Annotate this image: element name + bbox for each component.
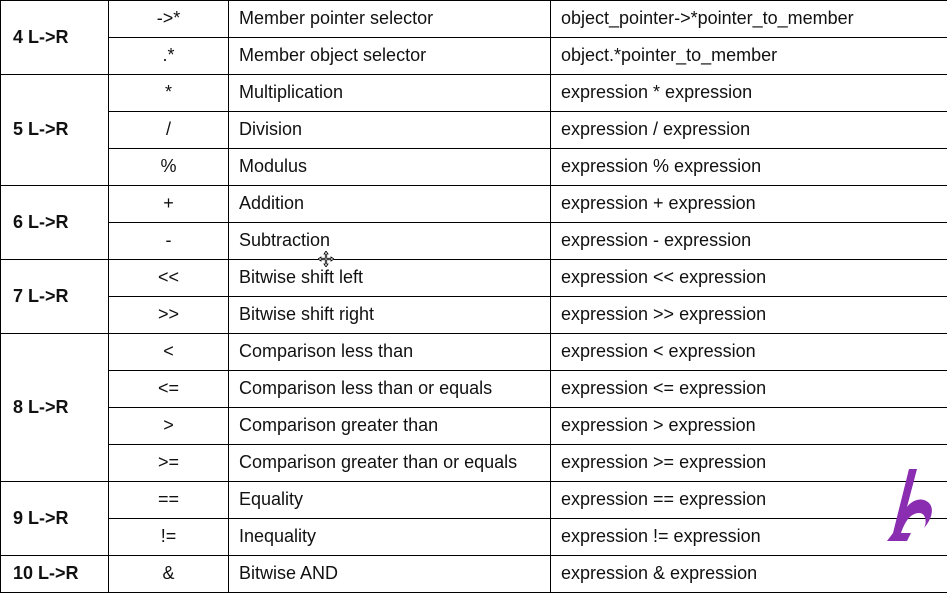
table-row: >= Comparison greater than or equals exp… [1, 445, 947, 482]
example-cell: expression >> expression [551, 297, 947, 334]
precedence-cell: 10 L->R [1, 556, 109, 593]
table-row: <= Comparison less than or equals expres… [1, 371, 947, 408]
operator-cell: / [109, 112, 229, 149]
operator-cell: .* [109, 38, 229, 75]
precedence-cell: 9 L->R [1, 482, 109, 556]
example-cell: object.*pointer_to_member [551, 38, 947, 75]
brand-logo-icon [877, 463, 941, 541]
precedence-cell: 5 L->R [1, 75, 109, 186]
description-cell: Inequality [229, 519, 551, 556]
operator-cell: + [109, 186, 229, 223]
operator-cell: - [109, 223, 229, 260]
example-cell: expression < expression [551, 334, 947, 371]
table-row: 9 L->R == Equality expression == express… [1, 482, 947, 519]
operator-cell: * [109, 75, 229, 112]
table-row: 5 L->R * Multiplication expression * exp… [1, 75, 947, 112]
operator-cell: >> [109, 297, 229, 334]
table-row: 8 L->R < Comparison less than expression… [1, 334, 947, 371]
description-cell: Multiplication [229, 75, 551, 112]
description-cell: Comparison greater than [229, 408, 551, 445]
description-cell: Comparison greater than or equals [229, 445, 551, 482]
description-cell: Bitwise shift left [229, 260, 551, 297]
table-row: != Inequality expression != expression [1, 519, 947, 556]
example-cell: expression <= expression [551, 371, 947, 408]
description-cell: Subtraction [229, 223, 551, 260]
table-row: >> Bitwise shift right expression >> exp… [1, 297, 947, 334]
example-cell: expression * expression [551, 75, 947, 112]
example-cell: expression / expression [551, 112, 947, 149]
description-cell: Division [229, 112, 551, 149]
description-cell: Addition [229, 186, 551, 223]
description-cell: Member pointer selector [229, 1, 551, 38]
operator-cell: ->* [109, 1, 229, 38]
table-row: / Division expression / expression [1, 112, 947, 149]
example-cell: expression > expression [551, 408, 947, 445]
example-cell: expression & expression [551, 556, 947, 593]
table-row: % Modulus expression % expression [1, 149, 947, 186]
example-cell: object_pointer->*pointer_to_member [551, 1, 947, 38]
operator-cell: == [109, 482, 229, 519]
table-row: - Subtraction expression - expression [1, 223, 947, 260]
precedence-cell: 8 L->R [1, 334, 109, 482]
description-cell: Member object selector [229, 38, 551, 75]
precedence-cell: 7 L->R [1, 260, 109, 334]
example-cell: expression << expression [551, 260, 947, 297]
operator-cell: < [109, 334, 229, 371]
table-row: .* Member object selector object.*pointe… [1, 38, 947, 75]
table-row: 10 L->R & Bitwise AND expression & expre… [1, 556, 947, 593]
operator-cell: & [109, 556, 229, 593]
precedence-cell: 4 L->R [1, 1, 109, 75]
description-cell: Comparison less than or equals [229, 371, 551, 408]
example-cell: expression + expression [551, 186, 947, 223]
example-cell: expression - expression [551, 223, 947, 260]
table-row: 6 L->R + Addition expression + expressio… [1, 186, 947, 223]
operator-cell: <= [109, 371, 229, 408]
operator-cell: % [109, 149, 229, 186]
example-cell: expression % expression [551, 149, 947, 186]
precedence-cell: 6 L->R [1, 186, 109, 260]
description-cell: Bitwise AND [229, 556, 551, 593]
operator-cell: << [109, 260, 229, 297]
description-cell: Modulus [229, 149, 551, 186]
table-row: 7 L->R << Bitwise shift left expression … [1, 260, 947, 297]
table-row: 4 L->R ->* Member pointer selector objec… [1, 1, 947, 38]
table-row: > Comparison greater than expression > e… [1, 408, 947, 445]
description-cell: Equality [229, 482, 551, 519]
operator-precedence-table: 4 L->R ->* Member pointer selector objec… [0, 0, 947, 593]
description-cell: Comparison less than [229, 334, 551, 371]
operator-cell: > [109, 408, 229, 445]
description-cell: Bitwise shift right [229, 297, 551, 334]
operator-cell: != [109, 519, 229, 556]
operator-cell: >= [109, 445, 229, 482]
